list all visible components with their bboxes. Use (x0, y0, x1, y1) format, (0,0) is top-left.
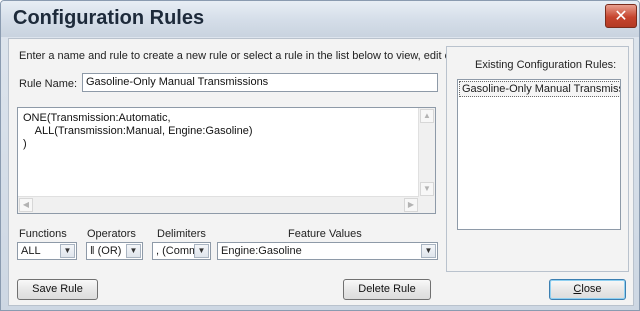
scrollbar-corner (419, 197, 435, 213)
instructions-text: Enter a name and rule to create a new ru… (19, 50, 499, 62)
existing-rules-label: Existing Configuration Rules: (475, 59, 617, 71)
save-rule-button[interactable]: Save Rule (17, 279, 98, 300)
dialog-title: Configuration Rules (13, 7, 205, 29)
chevron-down-icon[interactable]: ▼ (194, 244, 209, 258)
delete-rule-button[interactable]: Delete Rule (343, 279, 431, 300)
scroll-up-arrow-icon[interactable]: ▲ (420, 109, 434, 123)
feature-values-dropdown[interactable]: Engine:Gasoline ▼ (217, 242, 438, 260)
operators-label: Operators (87, 228, 136, 240)
existing-rules-list[interactable]: Gasoline-Only Manual Transmissions (457, 79, 621, 230)
horizontal-scrollbar[interactable]: ◀ ▶ (18, 196, 419, 213)
vertical-scrollbar[interactable]: ▲ ▼ (418, 108, 435, 197)
window-close-button[interactable]: ✕ (605, 4, 637, 28)
delimiters-dropdown[interactable]: , (Comma) ▼ (152, 242, 211, 260)
functions-selected: ALL (21, 245, 41, 257)
scroll-right-arrow-icon[interactable]: ▶ (404, 198, 418, 212)
operators-selected: ‖ (OR) (90, 245, 122, 257)
close-icon: ✕ (614, 6, 628, 25)
functions-label: Functions (19, 228, 67, 240)
feature-values-selected: Engine:Gasoline (221, 245, 302, 257)
functions-dropdown[interactable]: ALL ▼ (17, 242, 77, 260)
dialog-body: Enter a name and rule to create a new ru… (8, 38, 634, 306)
chevron-down-icon[interactable]: ▼ (60, 244, 75, 258)
rule-name-value: Gasoline-Only Manual Transmissions (86, 76, 269, 88)
delimiters-label: Delimiters (157, 228, 206, 240)
existing-rules-panel: Existing Configuration Rules: Gasoline-O… (446, 46, 629, 272)
rule-expression-editor[interactable]: ONE(Transmission:Automatic, ALL(Transmis… (17, 107, 436, 214)
feature-values-label: Feature Values (288, 228, 362, 240)
close-button[interactable]: Close (549, 279, 626, 300)
rule-name-label: Rule Name: (19, 78, 78, 90)
rule-expression-text: ONE(Transmission:Automatic, ALL(Transmis… (23, 112, 253, 150)
title-bar[interactable]: Configuration Rules ✕ (1, 1, 639, 37)
chevron-down-icon[interactable]: ▼ (126, 244, 141, 258)
scroll-left-arrow-icon[interactable]: ◀ (19, 198, 33, 212)
rule-name-input[interactable]: Gasoline-Only Manual Transmissions (82, 73, 438, 92)
chevron-down-icon[interactable]: ▼ (421, 244, 436, 258)
operators-dropdown[interactable]: ‖ (OR) ▼ (86, 242, 143, 260)
scroll-down-arrow-icon[interactable]: ▼ (420, 182, 434, 196)
close-label-rest: lose (581, 283, 602, 295)
list-item[interactable]: Gasoline-Only Manual Transmissions (459, 81, 620, 97)
configuration-rules-dialog: Configuration Rules ✕ Enter a name and r… (0, 0, 640, 311)
